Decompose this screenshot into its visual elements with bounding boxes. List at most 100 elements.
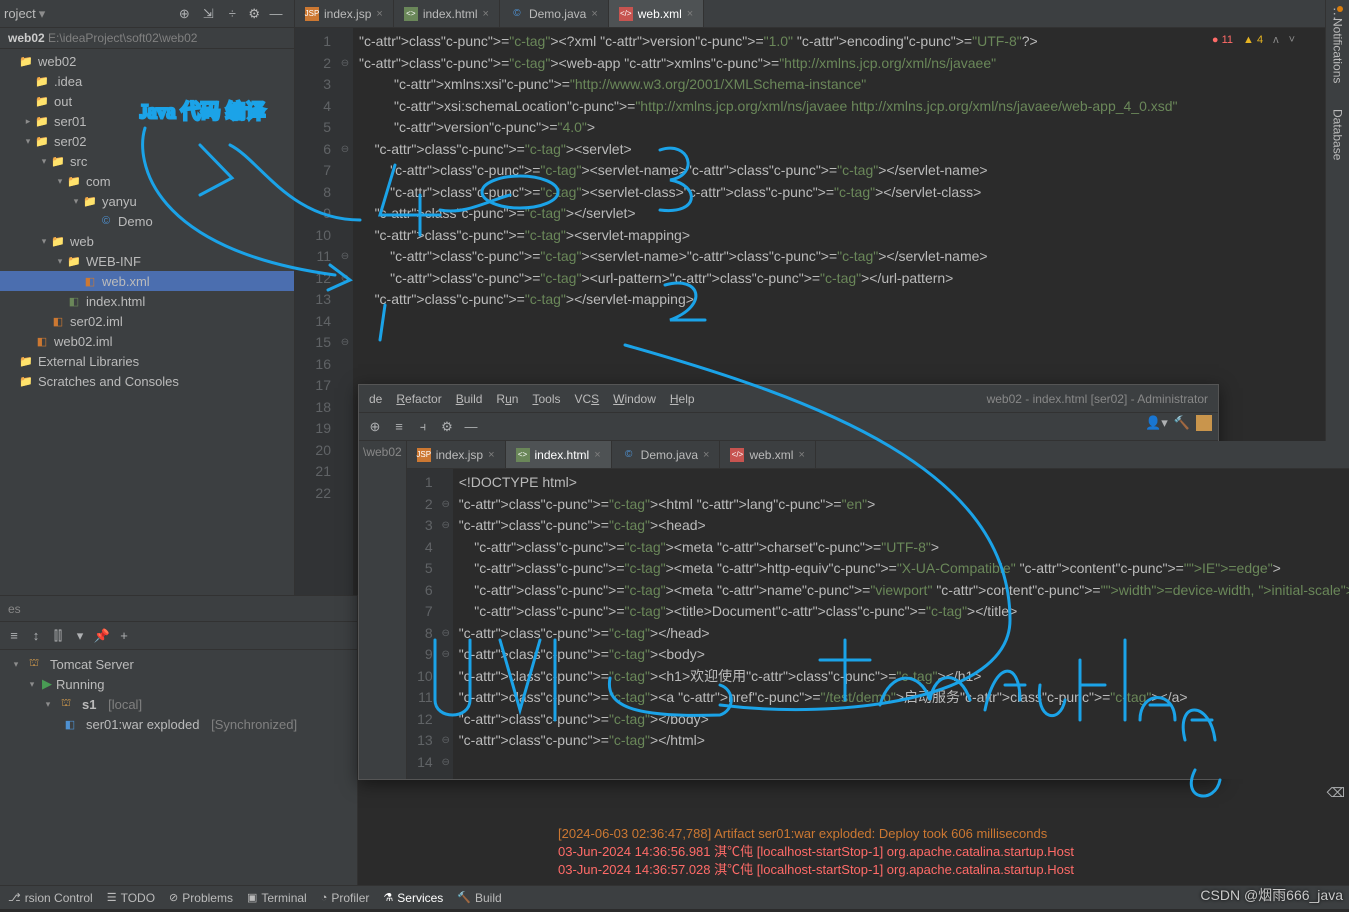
editor-tabs[interactable]: JSPindex.jsp×<>index.html×©Demo.java×</>… bbox=[295, 0, 1325, 28]
hammer-icon[interactable]: 🔨 bbox=[1174, 415, 1190, 431]
project-tab-label[interactable]: roject bbox=[4, 6, 36, 21]
tree-item-scratches-and-consoles[interactable]: 📁Scratches and Consoles bbox=[0, 371, 294, 391]
popup-code-editor[interactable]: 1234567891011121314 ⊖⊖⊖⊖⊖⊖ <!DOCTYPE htm… bbox=[407, 469, 1349, 779]
popup-path-label: \web02 bbox=[363, 445, 402, 459]
close-icon[interactable]: × bbox=[591, 8, 597, 20]
running-node[interactable]: ▾▶Running bbox=[0, 674, 357, 694]
popup-tab-Demo-java[interactable]: ©Demo.java× bbox=[612, 441, 721, 468]
funnel-icon[interactable]: ▾ bbox=[72, 628, 88, 644]
collapse-icon[interactable]: ÷ bbox=[224, 6, 240, 22]
artifact-node[interactable]: ◧ser01:war exploded [Synchronized] bbox=[0, 714, 357, 734]
add-config-icon[interactable]: + bbox=[116, 628, 132, 644]
tree-item-web[interactable]: ▾📁web bbox=[0, 231, 294, 251]
secondary-window: de Refactor Build Run Tools VCS Window H… bbox=[358, 384, 1219, 780]
tab-web-xml[interactable]: </>web.xml× bbox=[609, 0, 704, 27]
todo-tool[interactable]: ☰TODO bbox=[107, 891, 155, 905]
square-icon[interactable] bbox=[1196, 415, 1212, 431]
popup-gutter: 1234567891011121314 bbox=[407, 469, 439, 779]
tree-item-yanyu[interactable]: ▾📁yanyu bbox=[0, 191, 294, 211]
menu-refactor[interactable]: Refactor bbox=[396, 392, 441, 406]
close-icon[interactable]: × bbox=[687, 8, 693, 20]
tree-item-ser02-iml[interactable]: ◧ser02.iml bbox=[0, 311, 294, 331]
close-icon[interactable]: × bbox=[483, 8, 489, 20]
menu-build[interactable]: Build bbox=[456, 392, 483, 406]
filter-icon[interactable]: ⫿⫿ bbox=[50, 628, 66, 644]
tree-item-web02-iml[interactable]: ◧web02.iml bbox=[0, 331, 294, 351]
popup-title: web02 - index.html [ser02] - Administrat… bbox=[987, 392, 1208, 406]
hide-icon[interactable]: — bbox=[268, 6, 284, 22]
tree-item-external-libraries[interactable]: 📁External Libraries bbox=[0, 351, 294, 371]
tree-item-ser02[interactable]: ▾📁ser02 bbox=[0, 131, 294, 151]
build-tool[interactable]: 🔨Build bbox=[457, 891, 501, 905]
popup-editor-tabs[interactable]: JSPindex.jsp×<>index.html×©Demo.java×</>… bbox=[407, 441, 1349, 469]
split-icon[interactable]: ⫞ bbox=[415, 419, 431, 435]
tree-item-web-xml[interactable]: ◧web.xml bbox=[0, 271, 294, 291]
popup-code-area[interactable]: <!DOCTYPE html>"c-attr">class"c-punc">="… bbox=[453, 469, 1349, 779]
expand-tree-icon[interactable]: ≡ bbox=[6, 628, 22, 644]
menu-vcs[interactable]: VCS bbox=[574, 392, 599, 406]
project-header: roject ▾ ⊕ ⇲ ÷ ⚙ — bbox=[0, 0, 294, 28]
tree-item-com[interactable]: ▾📁com bbox=[0, 171, 294, 191]
tree-item-src[interactable]: ▾📁src bbox=[0, 151, 294, 171]
project-root-name: web02 bbox=[8, 31, 45, 45]
tab-index-jsp[interactable]: JSPindex.jsp× bbox=[295, 0, 394, 27]
menu-window[interactable]: Window bbox=[613, 392, 656, 406]
terminal-tool[interactable]: ▣Terminal bbox=[247, 891, 307, 905]
popup-right-icons: 👤▾ 🔨 bbox=[1145, 415, 1212, 431]
services-tree-pane: es ≡ ↕ ⫿⫿ ▾ 📌 + ▾⛫Tomcat Server ▾▶Runnin… bbox=[0, 596, 358, 885]
hide-icon[interactable]: — bbox=[463, 419, 479, 435]
services-tool[interactable]: ⚗Services bbox=[383, 891, 443, 905]
popup-fold-gutter[interactable]: ⊖⊖⊖⊖⊖⊖ bbox=[439, 469, 453, 779]
tree-item-index-html[interactable]: ◧index.html bbox=[0, 291, 294, 311]
tab-Demo-java[interactable]: ©Demo.java× bbox=[500, 0, 609, 27]
close-icon[interactable]: × bbox=[798, 449, 804, 461]
clear-icon[interactable]: ⌫ bbox=[1327, 785, 1345, 801]
avatar-icon[interactable]: 👤▾ bbox=[1145, 415, 1168, 431]
collapse-tree-icon[interactable]: ↕ bbox=[28, 628, 44, 644]
close-icon[interactable]: × bbox=[376, 8, 382, 20]
services-toolbar: ≡ ↕ ⫿⫿ ▾ 📌 + bbox=[0, 622, 357, 650]
close-icon[interactable]: × bbox=[594, 449, 600, 461]
services-name: es bbox=[0, 596, 357, 622]
popup-tab-index-jsp[interactable]: JSPindex.jsp× bbox=[407, 441, 506, 468]
list-icon[interactable]: ≡ bbox=[391, 419, 407, 435]
problems-tool[interactable]: ⊘Problems bbox=[169, 891, 233, 905]
tree-item-demo[interactable]: ©Demo bbox=[0, 211, 294, 231]
target-icon[interactable]: ⊕ bbox=[367, 419, 383, 435]
notification-dot-icon[interactable] bbox=[1337, 6, 1343, 12]
tree-item-web02[interactable]: 📁web02 bbox=[0, 51, 294, 71]
tree-item--idea[interactable]: 📁.idea bbox=[0, 71, 294, 91]
tree-item-ser01[interactable]: ▸📁ser01 bbox=[0, 111, 294, 131]
popup-tab-index-html[interactable]: <>index.html× bbox=[506, 441, 612, 468]
popup-menubar[interactable]: de Refactor Build Run Tools VCS Window H… bbox=[359, 385, 1218, 413]
thumbtack-icon[interactable]: 📌 bbox=[94, 628, 110, 644]
tree-item-out[interactable]: 📁out bbox=[0, 91, 294, 111]
popup-left-nav: \web02 bbox=[359, 441, 407, 779]
close-icon[interactable]: × bbox=[703, 449, 709, 461]
popup-toolbar: ⊕ ≡ ⫞ ⚙ — 👤▾ 🔨 bbox=[359, 413, 1218, 441]
project-path: E:\ideaProject\soft02\web02 bbox=[48, 31, 197, 45]
run-config-s1[interactable]: ▾⛫s1 [local] bbox=[0, 694, 357, 714]
tree-item-web-inf[interactable]: ▾📁WEB-INF bbox=[0, 251, 294, 271]
gear-icon[interactable]: ⚙ bbox=[439, 419, 455, 435]
tomcat-server-node[interactable]: ▾⛫Tomcat Server bbox=[0, 654, 357, 674]
database-tool[interactable]: Database bbox=[1329, 101, 1347, 168]
run-config-tree[interactable]: ▾⛫Tomcat Server ▾▶Running ▾⛫s1 [local] ◧… bbox=[0, 650, 357, 885]
watermark: CSDN @烟雨666_java bbox=[1200, 885, 1343, 905]
project-chevron[interactable]: ▾ bbox=[39, 6, 46, 22]
tab-index-html[interactable]: <>index.html× bbox=[394, 0, 500, 27]
close-icon[interactable]: × bbox=[488, 449, 494, 461]
popup-tab-web-xml[interactable]: </>web.xml× bbox=[720, 441, 815, 468]
menu-help[interactable]: Help bbox=[670, 392, 695, 406]
menu-code[interactable]: de bbox=[369, 392, 382, 406]
vcs-tool[interactable]: ⎇rsion Control bbox=[8, 891, 93, 905]
menu-run[interactable]: Run bbox=[496, 392, 518, 406]
log-lines: [2024-06-03 02:36:47,788] Artifact ser01… bbox=[558, 825, 1074, 879]
menu-tools[interactable]: Tools bbox=[532, 392, 560, 406]
notifications-tool[interactable]: Notifications bbox=[1329, 10, 1347, 91]
expand-icon[interactable]: ⇲ bbox=[200, 6, 216, 22]
profiler-tool[interactable]: ◔Profiler bbox=[321, 891, 370, 905]
target-icon[interactable]: ⊕ bbox=[176, 6, 192, 22]
bottom-toolwindow-bar: ⎇rsion Control ☰TODO ⊘Problems ▣Terminal… bbox=[0, 885, 1349, 909]
gear-icon[interactable]: ⚙ bbox=[248, 6, 260, 22]
